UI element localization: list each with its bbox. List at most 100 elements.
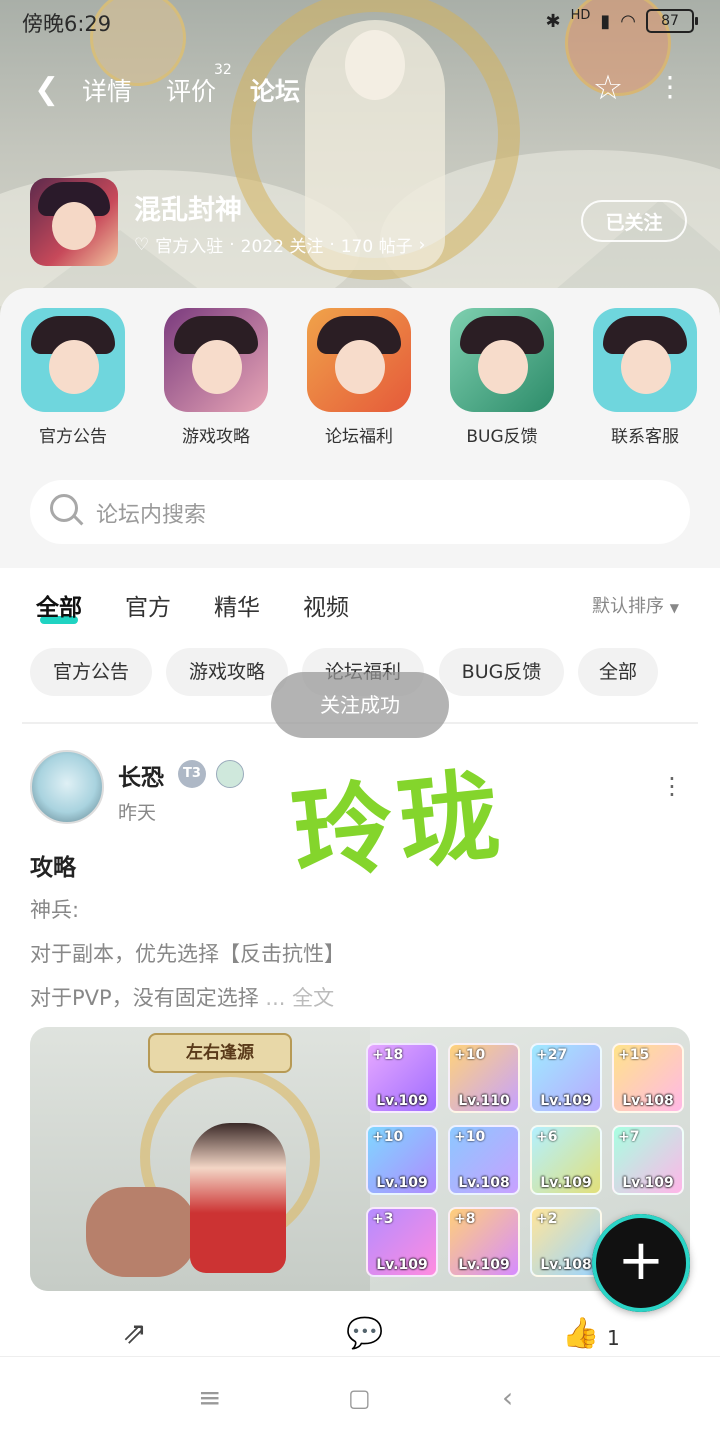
chip-game-guide[interactable]: 游戏攻略	[166, 648, 288, 696]
equipment-plus: +27	[536, 1047, 568, 1063]
read-full-link[interactable]: 全文	[292, 986, 334, 1010]
like-count: 1	[607, 1326, 620, 1350]
category-contact-service[interactable]: 联系客服	[590, 308, 700, 447]
equipment-item: +27 Lv.109	[530, 1043, 602, 1113]
chip-official-notice[interactable]: 官方公告	[30, 648, 152, 696]
equipment-level: Lv.108	[458, 1175, 510, 1191]
forum-search-input[interactable]: 论坛内搜索	[30, 480, 690, 544]
equipment-item: +10 Lv.108	[448, 1125, 520, 1195]
equipment-level: Lv.109	[622, 1175, 674, 1191]
category-game-guide[interactable]: 游戏攻略	[161, 308, 271, 447]
menu-icon[interactable]: ≡	[198, 1381, 221, 1414]
post-image-banner: 左右逢源	[148, 1033, 292, 1073]
equipment-item: +6 Lv.109	[530, 1125, 602, 1195]
equipment-item: +10 Lv.109	[366, 1125, 438, 1195]
filter-tab-label: 全部	[36, 595, 82, 621]
search-icon	[50, 494, 78, 522]
category-icon	[21, 308, 125, 412]
follow-button[interactable]: 已关注	[581, 200, 687, 242]
status-time: 傍晚6:29	[22, 12, 112, 36]
filter-tab-all[interactable]: 全部	[36, 588, 82, 624]
post-title[interactable]: 攻略	[30, 848, 76, 882]
filter-tab-video[interactable]: 视频	[303, 588, 349, 622]
category-label: BUG反馈	[466, 427, 538, 447]
equipment-plus: +10	[454, 1047, 486, 1063]
equipment-item: +15 Lv.108	[612, 1043, 684, 1113]
category-official-notice[interactable]: 官方公告	[18, 308, 128, 447]
post-author[interactable]: 长恐	[118, 758, 164, 792]
equipment-level: Lv.109	[376, 1175, 428, 1191]
equipment-plus: +18	[372, 1047, 404, 1063]
category-icon	[593, 308, 697, 412]
post-more-icon[interactable]: · · ·	[662, 767, 682, 807]
watermark-text: 玲珑	[287, 755, 511, 895]
post-line: 神兵:	[30, 898, 80, 922]
filter-tab-official[interactable]: 官方	[125, 588, 171, 622]
level-badge: T3	[178, 760, 206, 788]
category-bug-report[interactable]: BUG反馈	[447, 308, 557, 447]
medal-badge-icon	[216, 760, 244, 788]
home-icon[interactable]: ▢	[348, 1384, 371, 1412]
chip-bug-report[interactable]: BUG反馈	[439, 648, 564, 696]
create-post-button[interactable]: +	[592, 1214, 690, 1312]
favorite-star-icon[interactable]: ☆	[586, 66, 630, 110]
equipment-plus: +2	[536, 1211, 558, 1227]
toast-message: 关注成功	[271, 672, 449, 738]
category-forum-benefits[interactable]: 论坛福利	[304, 308, 414, 447]
comment-icon[interactable]: 💬	[346, 1316, 383, 1351]
filter-tab-featured[interactable]: 精华	[214, 588, 260, 622]
wifi-icon: ◠	[620, 10, 636, 32]
category-label: 游戏攻略	[182, 427, 250, 447]
battery-icon: 87	[646, 9, 698, 33]
chevron-right-icon: ›	[418, 234, 426, 255]
sort-label: 默认排序	[592, 596, 664, 617]
equipment-plus: +10	[454, 1129, 486, 1145]
status-bar: 傍晚6:29 ✱ HD ▮ ◠ 87	[0, 0, 720, 44]
game-info: 混乱封神 ♡ 官方入驻 · 2022 关注 · 170 帖子 › 已关注	[30, 178, 690, 268]
search-placeholder: 论坛内搜索	[96, 503, 207, 528]
tab-details[interactable]: 详情	[82, 72, 132, 108]
system-navigation-bar: ≡ ▢ ‹	[0, 1356, 720, 1441]
top-nav: ❮ 详情 评价 32 论坛 ☆ ⋮	[0, 62, 720, 116]
avatar[interactable]	[30, 750, 104, 824]
game-meta[interactable]: ♡ 官方入驻 · 2022 关注 · 170 帖子 ›	[134, 232, 426, 258]
post-line: 对于PVP，没有固定选择	[30, 986, 259, 1010]
like-icon[interactable]: 👍	[562, 1316, 599, 1351]
post-image[interactable]: 左右逢源 +18 Lv.109 +10 Lv.110 +27 Lv.109 +15 Lv…	[30, 1027, 690, 1291]
post-ellipsis: ...	[265, 986, 286, 1010]
sort-dropdown[interactable]: 默认排序 ▼	[592, 592, 679, 618]
equipment-plus: +10	[372, 1129, 404, 1145]
equipment-plus: +3	[372, 1211, 394, 1227]
category-icon	[164, 308, 268, 412]
diamond-icon: ♡	[134, 234, 150, 255]
game-logo[interactable]	[30, 178, 118, 266]
equipment-item: +8 Lv.109	[448, 1207, 520, 1277]
equipment-level: Lv.109	[376, 1257, 428, 1273]
post-image-scene: 左右逢源	[30, 1027, 370, 1291]
tab-forum[interactable]: 论坛	[250, 72, 301, 110]
post-line-last: 对于PVP，没有固定选择 ... 全文	[30, 982, 334, 1012]
equipment-item: +18 Lv.109	[366, 1043, 438, 1113]
category-label: 官方公告	[39, 427, 107, 447]
category-label: 论坛福利	[325, 427, 393, 447]
more-options-icon[interactable]: ⋮	[656, 70, 684, 103]
back-icon[interactable]: ‹	[502, 1381, 513, 1414]
filter-tabs: 全部 官方 精华 视频 默认排序 ▼	[0, 588, 720, 628]
equipment-item: +10 Lv.110	[448, 1043, 520, 1113]
official-label: 官方入驻	[155, 237, 224, 257]
tab-reviews[interactable]: 评价	[166, 72, 216, 108]
post-line: 对于副本，优先选择【反击抗性】	[30, 942, 345, 966]
equipment-level: Lv.108	[622, 1093, 674, 1109]
chip-all[interactable]: 全部	[578, 648, 658, 696]
bluetooth-icon: ✱	[545, 10, 561, 32]
share-icon[interactable]: ⇗	[122, 1316, 147, 1351]
equipment-level: Lv.110	[458, 1093, 510, 1109]
equipment-level: Lv.109	[540, 1175, 592, 1191]
cellular-signal-icon: ▮	[600, 10, 611, 32]
category-icon	[450, 308, 554, 412]
back-arrow-icon[interactable]: ❮	[34, 72, 59, 107]
category-icon	[307, 308, 411, 412]
caret-down-icon: ▼	[669, 601, 679, 615]
equipment-level: Lv.108	[540, 1257, 592, 1273]
game-banner-background	[0, 0, 720, 330]
